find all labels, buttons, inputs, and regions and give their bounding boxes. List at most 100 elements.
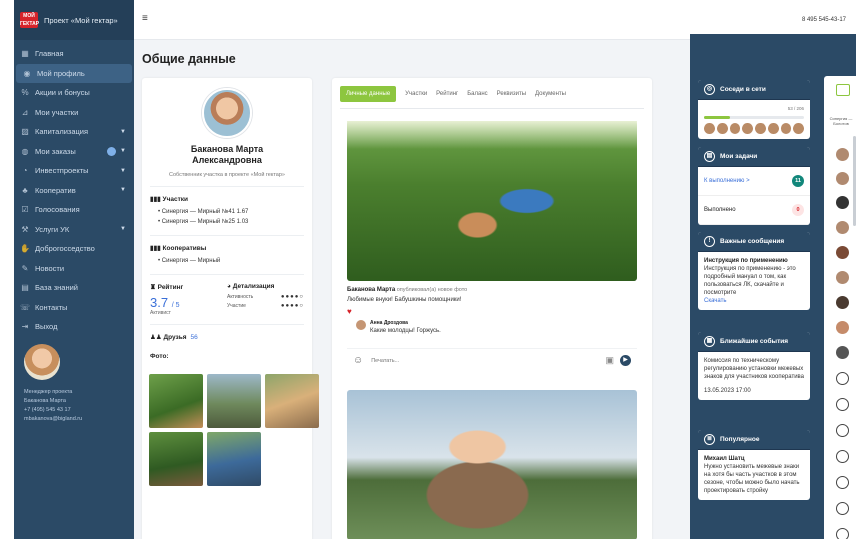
photo-thumb[interactable]	[265, 374, 319, 428]
manager-phone[interactable]: +7 (495) 545 43 17	[24, 406, 82, 415]
profile-avatar[interactable]	[202, 88, 252, 138]
sidebar-item[interactable]: % Акции и бонусы	[14, 83, 134, 103]
sidebar-item[interactable]: ▦ Главная	[14, 44, 134, 64]
contacts-icon: ☏	[20, 302, 31, 312]
contact-avatar[interactable]	[836, 148, 849, 161]
detail-heading: Детализация	[232, 283, 275, 290]
friends-row[interactable]: ♟♟ Друзья 56	[142, 333, 312, 341]
header-phone[interactable]: 8 495 545-43-17	[802, 17, 846, 23]
sidebar-item[interactable]: ⚒ Услуги УК ▼	[14, 220, 134, 240]
photo-thumb[interactable]	[149, 374, 203, 428]
tasks-header[interactable]: ▤ Мои задачи	[698, 147, 810, 167]
emoji-icon[interactable]: ☺	[353, 355, 363, 366]
post-meta: Баканова Марта опубликовал(а) новое фото	[347, 287, 637, 293]
post-photo[interactable]	[347, 390, 637, 539]
manager-email[interactable]: mbakanova@bigland.ru	[24, 415, 82, 424]
default-avatar-icon[interactable]	[836, 372, 849, 385]
contact-avatar[interactable]	[836, 196, 849, 209]
chat-strip-card: Синергия — Болотов	[824, 76, 856, 539]
download-link[interactable]: Скачать	[704, 297, 804, 305]
profile-tabs: Личные данные Участки Рейтинг Баланс Реквизи…	[332, 78, 652, 102]
neighbors-avatars[interactable]	[704, 123, 804, 134]
photo-thumb[interactable]	[207, 432, 261, 486]
project-title[interactable]: Проект «Мой гектар»	[44, 16, 118, 25]
alert-icon: !	[704, 236, 715, 247]
contact-avatar[interactable]	[836, 172, 849, 185]
profile-tab[interactable]: Личные данные	[340, 86, 397, 102]
neighbors-title: Соседи в сети	[720, 86, 766, 93]
profile-tab[interactable]: Реквизиты	[497, 86, 526, 102]
popular-author[interactable]: Михаил Шатц	[704, 455, 804, 463]
post-photo[interactable]	[347, 121, 637, 281]
contact-avatar[interactable]	[836, 271, 849, 284]
default-avatar-icon[interactable]	[836, 528, 849, 539]
page-title: Общие данные	[142, 52, 236, 66]
contact-avatar[interactable]	[836, 346, 849, 359]
message-heading: Инструкция по применению	[704, 258, 788, 264]
manager-name: Баканова Марта	[24, 398, 66, 404]
contact-avatar[interactable]	[836, 321, 849, 334]
like-icon[interactable]: ♥	[347, 307, 637, 316]
percent-icon: %	[21, 88, 29, 98]
photo-grid	[142, 374, 319, 486]
profile-tab[interactable]: Баланс	[467, 86, 487, 102]
events-header[interactable]: ▦ Ближайшие события	[698, 332, 810, 352]
main-area: Общие данные Баканова Марта Александровн…	[134, 40, 690, 539]
handshake-icon: ✋	[20, 244, 30, 254]
activity-dots: ●●●●○	[280, 294, 304, 300]
popular-header[interactable]: ≣ Популярное	[698, 430, 810, 450]
event-text: Комиссия по техническому регулированию у…	[704, 358, 805, 380]
neighbors-header[interactable]: ◎ Соседи в сети	[698, 80, 810, 100]
profile-tab[interactable]: Документы	[535, 86, 566, 102]
coop-item[interactable]: Синергия — Мирный	[158, 256, 304, 266]
comment-author[interactable]: Анна Дроздова	[370, 320, 441, 326]
activity-label: Активность	[227, 294, 254, 300]
tasks-done-row[interactable]: Выполнено 0	[698, 196, 810, 225]
sidebar-item[interactable]: ♣ Кооператив ▼	[14, 181, 134, 201]
project-logo[interactable]: МОЙ ГЕКТАР	[20, 12, 39, 28]
sidebar-item[interactable]: ▤ База знаний	[14, 278, 134, 298]
sidebar-item[interactable]: ◔ Инвестпроекты ▼	[14, 161, 134, 181]
profile-tab[interactable]: Участки	[405, 86, 427, 102]
sidebar-item[interactable]: ⊿ Мои участки	[14, 103, 134, 123]
sidebar-item[interactable]: ✋ Доброгосседство	[14, 239, 134, 259]
messages-header[interactable]: ! Важные сообщения	[698, 232, 810, 252]
chat-icon[interactable]	[836, 84, 850, 96]
default-avatar-icon[interactable]	[836, 450, 849, 463]
profile-tab[interactable]: Рейтинг	[436, 86, 458, 102]
sidebar-item[interactable]: ▨ Капитализация ▼	[14, 122, 134, 142]
sidebar-item[interactable]: ☏ Контакты	[14, 298, 134, 318]
sidebar-item[interactable]: ✎ Новости	[14, 259, 134, 279]
comment-avatar[interactable]	[356, 320, 366, 330]
chevron-down-icon: ▼	[120, 226, 126, 233]
sidebar-item[interactable]: ◍ Мои заказы ▼	[14, 142, 134, 162]
comment-input[interactable]	[371, 357, 606, 364]
contact-avatar[interactable]	[836, 296, 849, 309]
tasks-todo-link[interactable]: К выполнению >	[704, 178, 750, 184]
send-icon[interactable]: ▶	[620, 355, 631, 366]
sidebar-item[interactable]: ◉ Мой профиль	[16, 63, 132, 83]
default-avatar-icon[interactable]	[836, 424, 849, 437]
sidebar-item-label: Новости	[35, 263, 65, 273]
default-avatar-icon[interactable]	[836, 502, 849, 515]
default-avatar-icon[interactable]	[836, 398, 849, 411]
sidebar-item-label: Капитализация	[35, 127, 89, 137]
calendar-icon: ▦	[704, 336, 715, 347]
post-author[interactable]: Баканова Марта	[347, 287, 395, 293]
contact-avatar[interactable]	[836, 221, 849, 234]
tasks-todo-row[interactable]: К выполнению > 11	[698, 167, 810, 196]
profile-card: Баканова Марта Александровна Собственник…	[142, 78, 319, 539]
default-avatar-icon[interactable]	[836, 476, 849, 489]
sidebar-item[interactable]: ☑ Голосования	[14, 200, 134, 220]
sidebar-item-label: Акции и бонусы	[35, 88, 90, 98]
sidebar-item[interactable]: ⇥ Выход	[14, 317, 134, 337]
plot-item[interactable]: Синергия — Мирный №25 1.03	[158, 217, 304, 227]
menu-toggle-icon[interactable]: ≡	[142, 13, 148, 24]
tasks-todo-count: 11	[792, 175, 804, 187]
photo-thumb[interactable]	[207, 374, 261, 428]
contact-avatar[interactable]	[836, 246, 849, 259]
image-icon[interactable]: ▣	[605, 355, 614, 366]
plot-item[interactable]: Синергия — Мирный №41 1.67	[158, 207, 304, 217]
photo-thumb[interactable]	[149, 432, 203, 486]
sidebar-item-label: Выход	[35, 322, 58, 332]
